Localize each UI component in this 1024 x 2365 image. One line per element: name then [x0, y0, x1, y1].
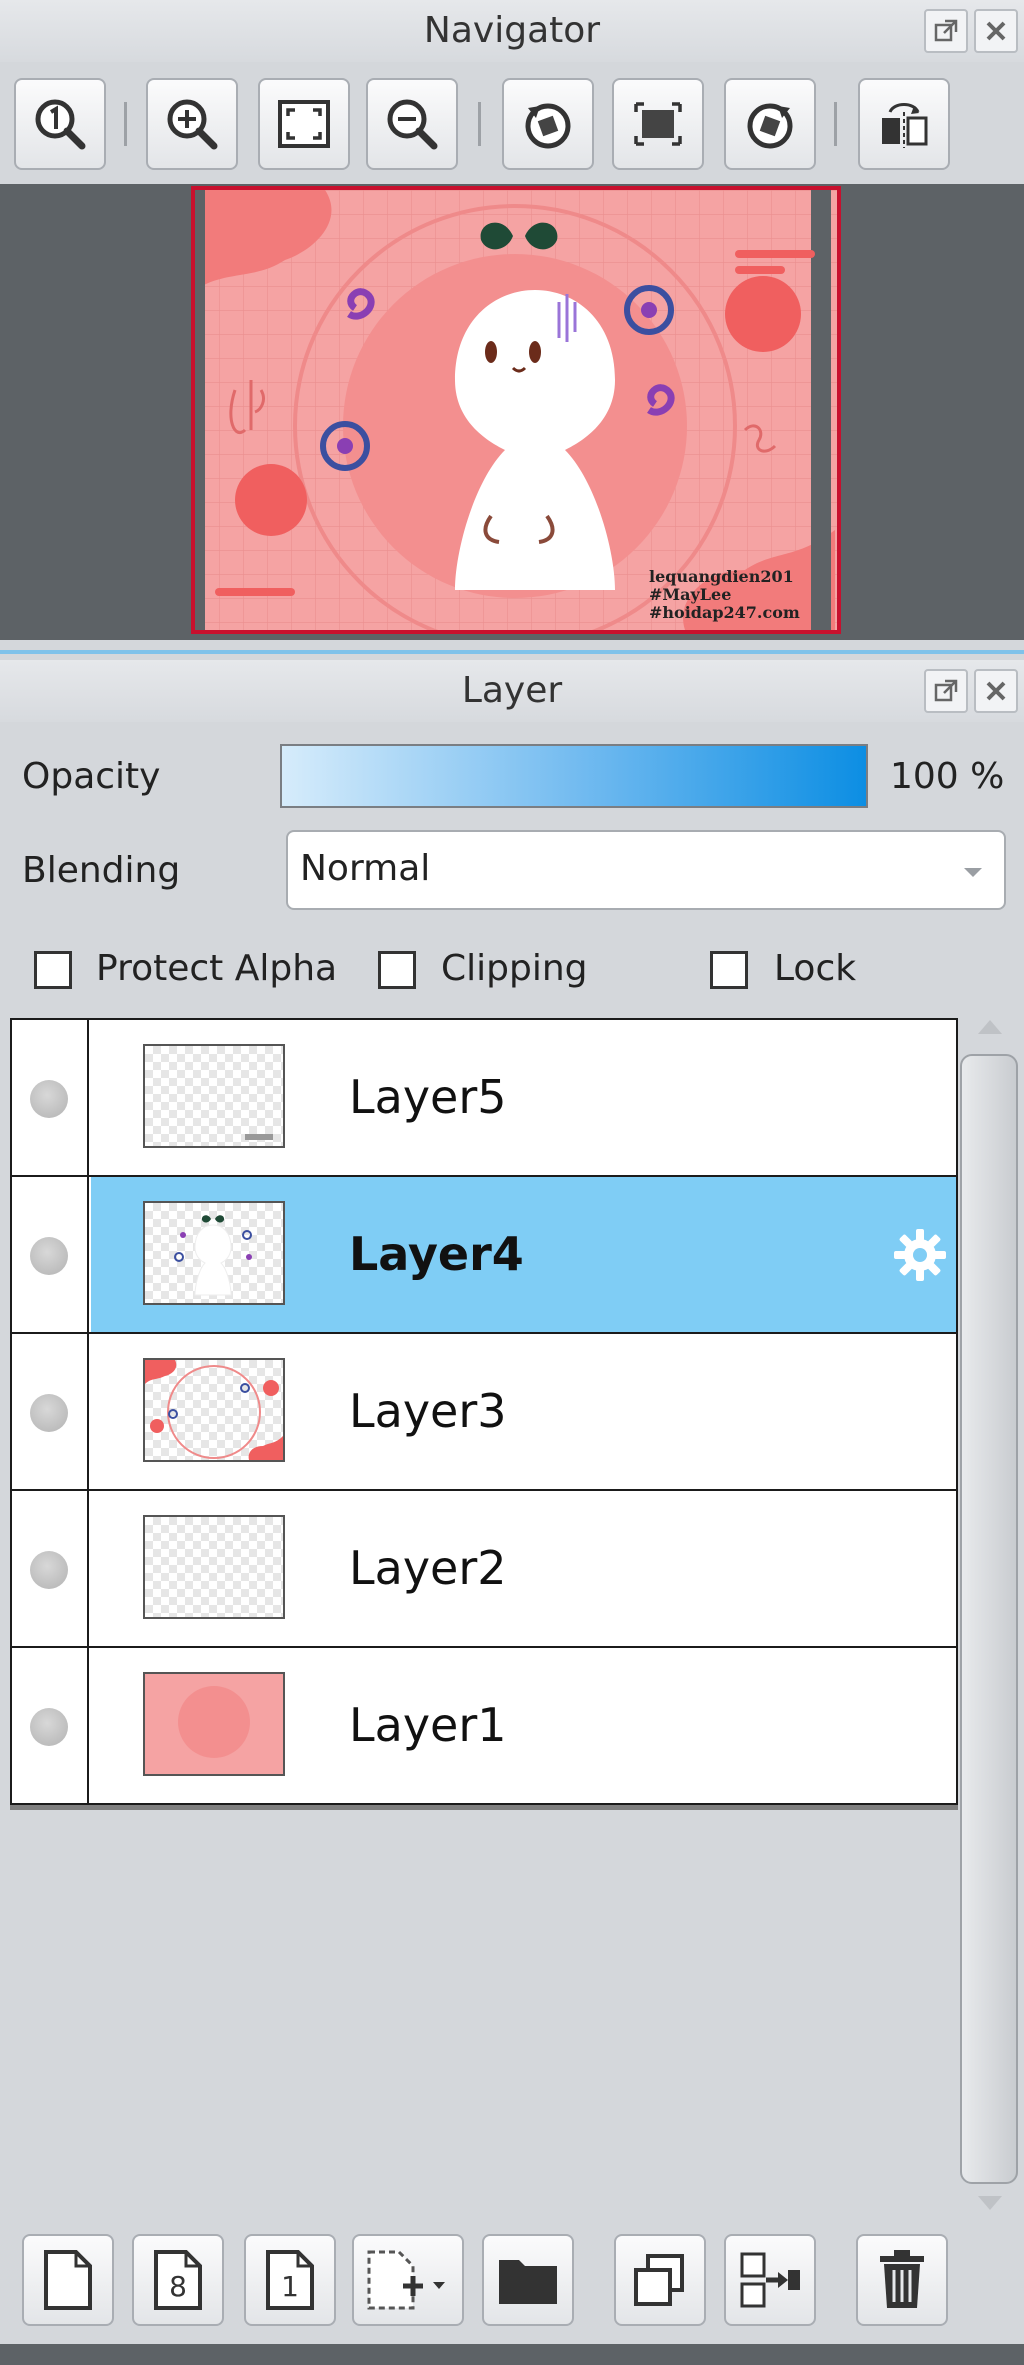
close-icon[interactable] [974, 9, 1018, 53]
opacity-slider[interactable] [280, 744, 868, 808]
flip-horizontal-button[interactable] [858, 78, 950, 170]
scroll-thumb[interactable] [960, 1054, 1018, 2184]
chevron-down-icon [964, 868, 982, 877]
navigator-toolbar [0, 66, 1024, 182]
blending-select[interactable]: Normal [286, 830, 1006, 910]
canvas-preview: lequangdien201 #MayLee #hoidap247.com [191, 186, 841, 634]
layer-name[interactable]: Layer2 [349, 1541, 507, 1595]
visibility-toggle[interactable] [12, 1334, 89, 1489]
new-1bit-layer-button[interactable]: 1 [244, 2234, 336, 2326]
reset-view-icon [634, 102, 682, 146]
layer-name[interactable]: Layer5 [349, 1070, 507, 1124]
zoom-in-button[interactable] [146, 78, 238, 170]
navigator-title-bar: Navigator [0, 0, 1024, 62]
add-layer-menu-icon [367, 2250, 445, 2310]
visibility-icon [30, 1708, 68, 1746]
zoom-actual-icon [35, 99, 86, 150]
layer-thumbnail [143, 1672, 285, 1776]
flip-horizontal-icon [882, 103, 928, 148]
layer-toolbar: 8 1 [0, 2220, 1024, 2340]
opacity-value: 100 % [890, 756, 1005, 797]
lock-label: Lock [774, 948, 857, 989]
bottom-strip [0, 2344, 1024, 2365]
new-8bit-layer-button[interactable]: 8 [132, 2234, 224, 2326]
blending-value: Normal [300, 848, 431, 889]
popout-icon[interactable] [924, 669, 968, 713]
rotate-right-button[interactable] [724, 78, 816, 170]
layer-row[interactable]: Layer5 [10, 1018, 958, 1177]
watermark-line-2: #MayLee [649, 585, 731, 604]
new-8bit-layer-icon: 8 [154, 2250, 202, 2310]
layer-row-selected[interactable]: Layer4 [10, 1175, 958, 1334]
merge-down-button[interactable] [724, 2234, 816, 2326]
new-1bit-layer-icon: 1 [266, 2250, 314, 2310]
layer-title-bar: Layer [0, 660, 1024, 722]
layer-thumbnail [143, 1201, 285, 1305]
rotate-left-button[interactable] [502, 78, 594, 170]
layer-list: Layer5 Layer4 Layer3 Layer2 Layer1 [10, 1018, 958, 1810]
duplicate-layer-button[interactable] [614, 2234, 706, 2326]
watermark-line-1: lequangdien201 [649, 567, 794, 586]
popout-icon[interactable] [924, 9, 968, 53]
visibility-toggle[interactable] [12, 1491, 89, 1646]
layer-thumbnail [143, 1358, 285, 1462]
visibility-icon [30, 1080, 68, 1118]
svg-text:8: 8 [169, 2270, 187, 2303]
opacity-label: Opacity [22, 756, 161, 797]
blending-label: Blending [22, 850, 181, 891]
merge-down-icon [740, 2252, 800, 2308]
new-folder-button[interactable] [482, 2234, 574, 2326]
scroll-up-icon[interactable] [978, 1020, 1002, 1034]
layer-row[interactable]: Layer3 [10, 1332, 958, 1491]
zoom-out-button[interactable] [366, 78, 458, 170]
new-layer-button[interactable] [22, 2234, 114, 2326]
fit-screen-button[interactable] [258, 78, 350, 170]
duplicate-layer-icon [634, 2254, 684, 2306]
canvas-preview-image: lequangdien201 #MayLee #hoidap247.com [195, 190, 837, 630]
delete-layer-icon [880, 2250, 924, 2308]
visibility-toggle[interactable] [12, 1020, 89, 1175]
layer-name[interactable]: Layer1 [349, 1698, 507, 1752]
layer-scrollbar[interactable] [958, 1018, 1022, 2218]
layer-name[interactable]: Layer3 [349, 1384, 507, 1438]
protect-alpha-checkbox[interactable] [34, 951, 72, 989]
rotate-left-icon [525, 103, 571, 149]
fit-screen-icon [278, 100, 330, 148]
clipping-label: Clipping [441, 948, 588, 989]
add-layer-menu-button[interactable] [352, 2234, 464, 2326]
layer-row[interactable]: Layer2 [10, 1489, 958, 1648]
layer-name[interactable]: Layer4 [349, 1227, 524, 1281]
svg-text:1: 1 [281, 2270, 299, 2303]
reset-view-button[interactable] [612, 78, 704, 170]
layer-row[interactable]: Layer1 [10, 1646, 958, 1805]
rotate-right-icon [747, 103, 793, 149]
navigator-title: Navigator [423, 10, 601, 51]
protect-alpha-label: Protect Alpha [96, 948, 338, 989]
layer-settings-gear-icon[interactable] [892, 1227, 948, 1283]
visibility-icon [30, 1394, 68, 1432]
zoom-in-icon [167, 99, 218, 150]
layer-panel-title: Layer [461, 670, 563, 711]
navigator-view[interactable]: lequangdien201 #MayLee #hoidap247.com [0, 184, 1024, 640]
new-folder-icon [499, 2260, 557, 2304]
zoom-actual-button[interactable] [14, 78, 106, 170]
close-icon[interactable] [974, 669, 1018, 713]
layer-thumbnail [143, 1515, 285, 1619]
visibility-toggle[interactable] [12, 1648, 89, 1803]
visibility-icon [30, 1237, 68, 1275]
clipping-checkbox[interactable] [378, 951, 416, 989]
zoom-out-icon [387, 99, 438, 150]
layer-thumbnail [143, 1044, 285, 1148]
visibility-toggle[interactable] [12, 1177, 89, 1332]
panel-divider[interactable] [0, 650, 1024, 654]
delete-layer-button[interactable] [856, 2234, 948, 2326]
lock-checkbox[interactable] [710, 951, 748, 989]
new-layer-icon [44, 2250, 92, 2310]
watermark-line-3: #hoidap247.com [649, 603, 800, 622]
visibility-icon [30, 1551, 68, 1589]
scroll-down-icon[interactable] [978, 2196, 1002, 2210]
